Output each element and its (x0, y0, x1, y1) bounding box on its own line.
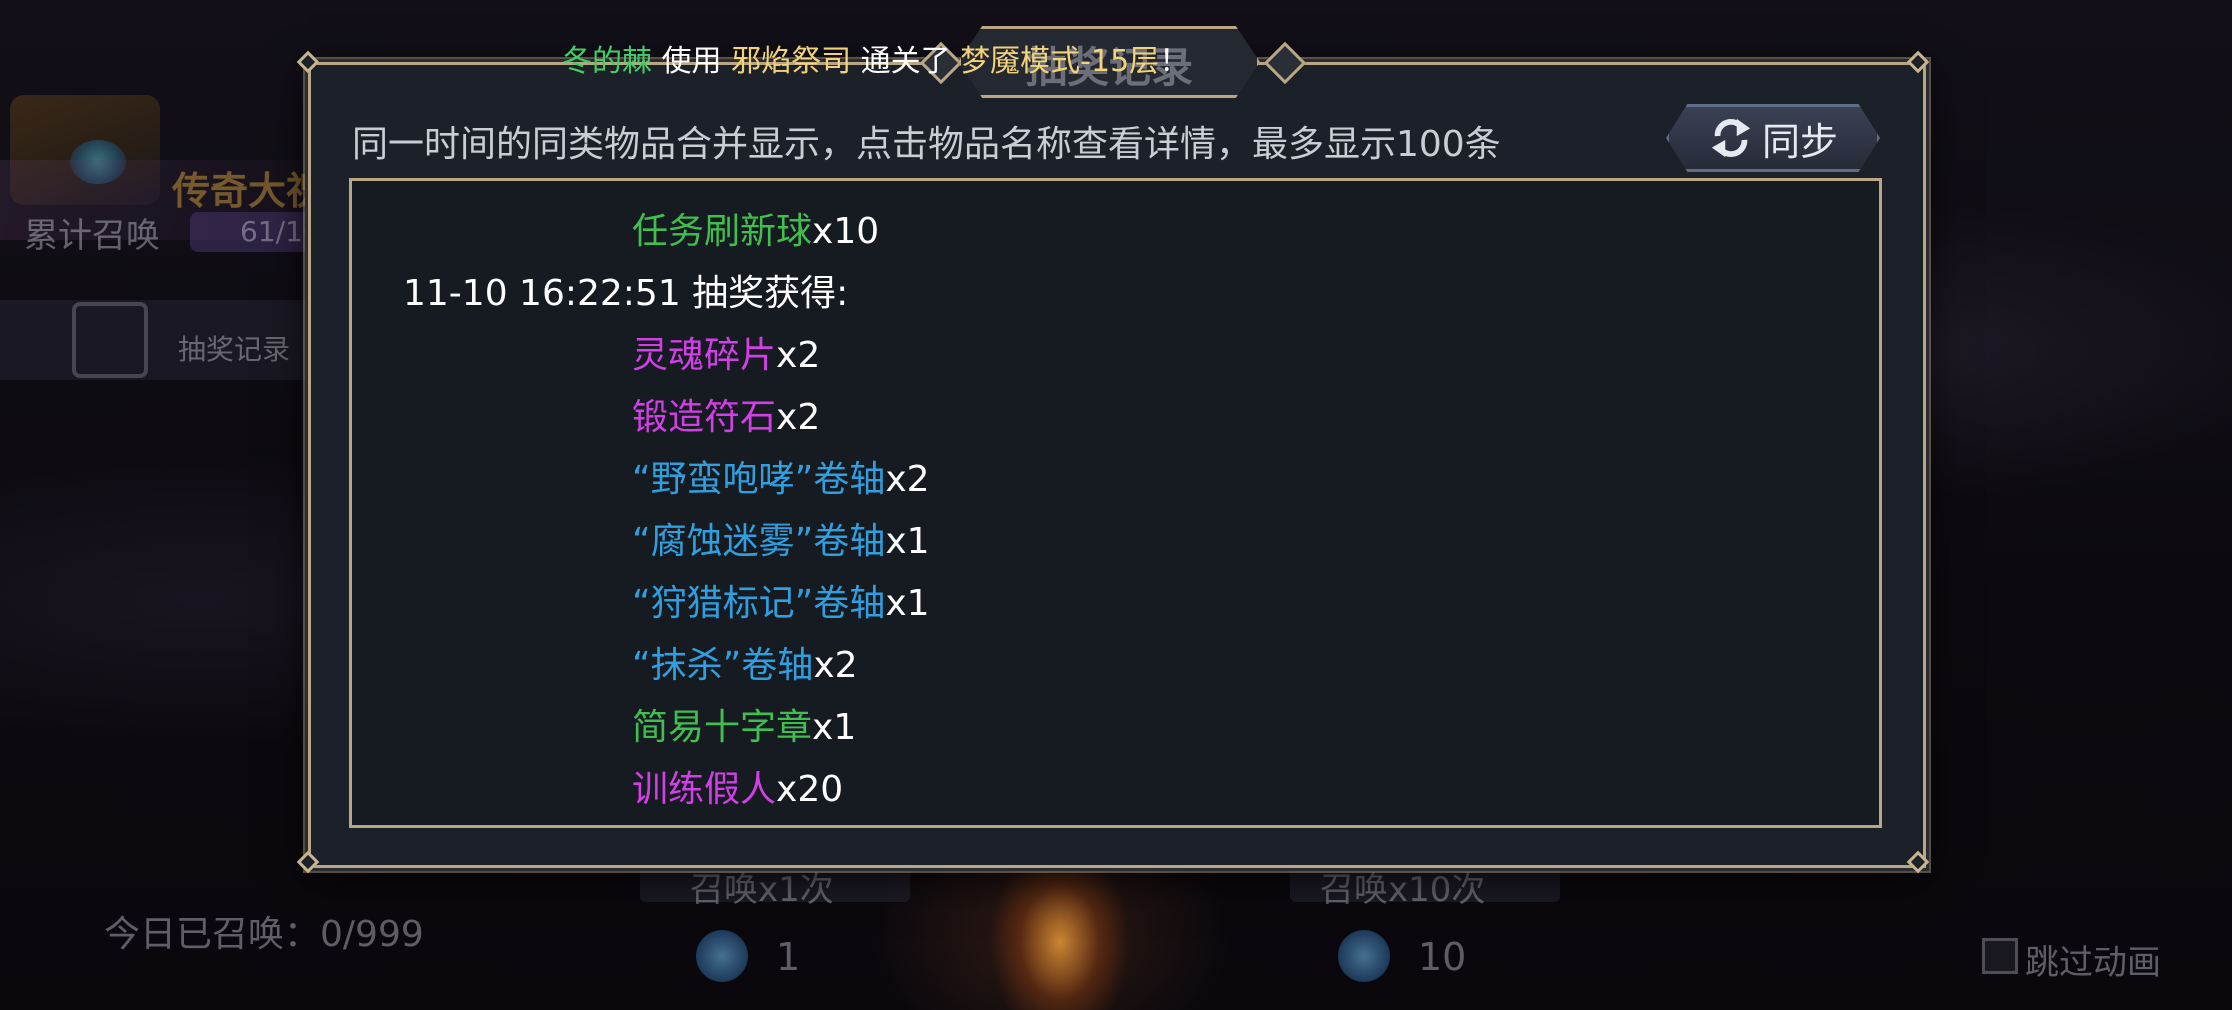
item-name[interactable]: 简易十字章 (632, 707, 812, 748)
summon-once-label: 召唤x1次 (690, 870, 834, 910)
summon-progress-label: 累计召唤 (24, 216, 160, 256)
announcement-verb-use: 使用 (661, 44, 722, 79)
record-item[interactable]: 灵魂碎片x2 (632, 326, 820, 378)
item-name[interactable]: 任务刷新球 (632, 211, 812, 252)
item-count: x10 (812, 211, 880, 252)
item-count: x2 (776, 397, 821, 438)
sync-button[interactable]: 同步 (1666, 104, 1880, 172)
sync-label: 同步 (1761, 119, 1838, 164)
summon-once-cost: 1 (776, 935, 801, 979)
info-text: 同一时间的同类物品合并显示，点击物品名称查看详情，最多显示100条 (352, 124, 1501, 165)
record-timestamp: 11-10 16:22:51 抽奖获得: (403, 273, 849, 314)
announcement-mode: 梦魇模式-15层 (960, 44, 1160, 79)
skip-animation-label: 跳过动画 (2025, 943, 2161, 983)
record-item[interactable]: “野蛮咆哮”卷轴x2 (632, 450, 930, 502)
announcement-ticker: 冬的棘 使用 邪焰祭司 通关了 梦魇模式-15层！ (562, 36, 1189, 80)
item-count: x2 (885, 459, 930, 500)
banner-title: 传奇大祝 (172, 169, 325, 213)
item-count: x20 (776, 769, 844, 810)
record-item[interactable]: 锻造符石x2 (632, 388, 820, 440)
summon-ten-label: 召唤x10次 (1320, 870, 1486, 910)
item-name[interactable]: “野蛮咆哮”卷轴 (632, 459, 885, 500)
item-count: x2 (813, 645, 858, 686)
announcement-verb-pass: 通关了 (860, 44, 951, 79)
announcement-hero: 邪焰祭司 (731, 44, 852, 79)
today-summoned-count: 今日已召唤：0/999 (104, 914, 424, 955)
summon-ten-cost: 10 (1418, 935, 1467, 979)
refresh-icon (1711, 118, 1751, 158)
skip-animation-checkbox[interactable] (1982, 938, 2018, 974)
item-count: x2 (776, 335, 821, 376)
record-item[interactable]: “狩猎标记”卷轴x1 (632, 574, 930, 626)
currency-icon (1338, 930, 1390, 982)
item-name[interactable]: 锻造符石 (632, 397, 776, 438)
game-screen: 传奇大祝 累计召唤 61/10 抽奖记录 今日已召唤：0/999 召唤x1次 召… (0, 0, 2232, 1010)
history-icon (72, 302, 148, 378)
record-item[interactable]: 训练假人x20 (632, 760, 843, 812)
item-name[interactable]: “抹杀”卷轴 (632, 645, 813, 686)
record-item[interactable]: 任务刷新球x10 (632, 202, 879, 254)
item-count: x1 (812, 707, 857, 748)
item-count: x1 (885, 583, 930, 624)
item-name[interactable]: “腐蚀迷雾”卷轴 (632, 521, 885, 562)
currency-icon (696, 930, 748, 982)
record-item[interactable]: 简易十字章x1 (632, 698, 856, 750)
record-item[interactable]: “抹杀”卷轴x2 (632, 636, 858, 688)
history-button-label: 抽奖记录 (178, 333, 291, 366)
item-name[interactable]: 训练假人 (632, 769, 776, 810)
record-item[interactable]: “腐蚀迷雾”卷轴x1 (632, 512, 930, 564)
item-count: x1 (885, 521, 930, 562)
item-name[interactable]: “狩猎标记”卷轴 (632, 583, 885, 624)
announcement-end: ！ (1159, 44, 1190, 79)
announcement-player: 冬的棘 (562, 44, 652, 79)
item-name[interactable]: 灵魂碎片 (632, 335, 776, 376)
